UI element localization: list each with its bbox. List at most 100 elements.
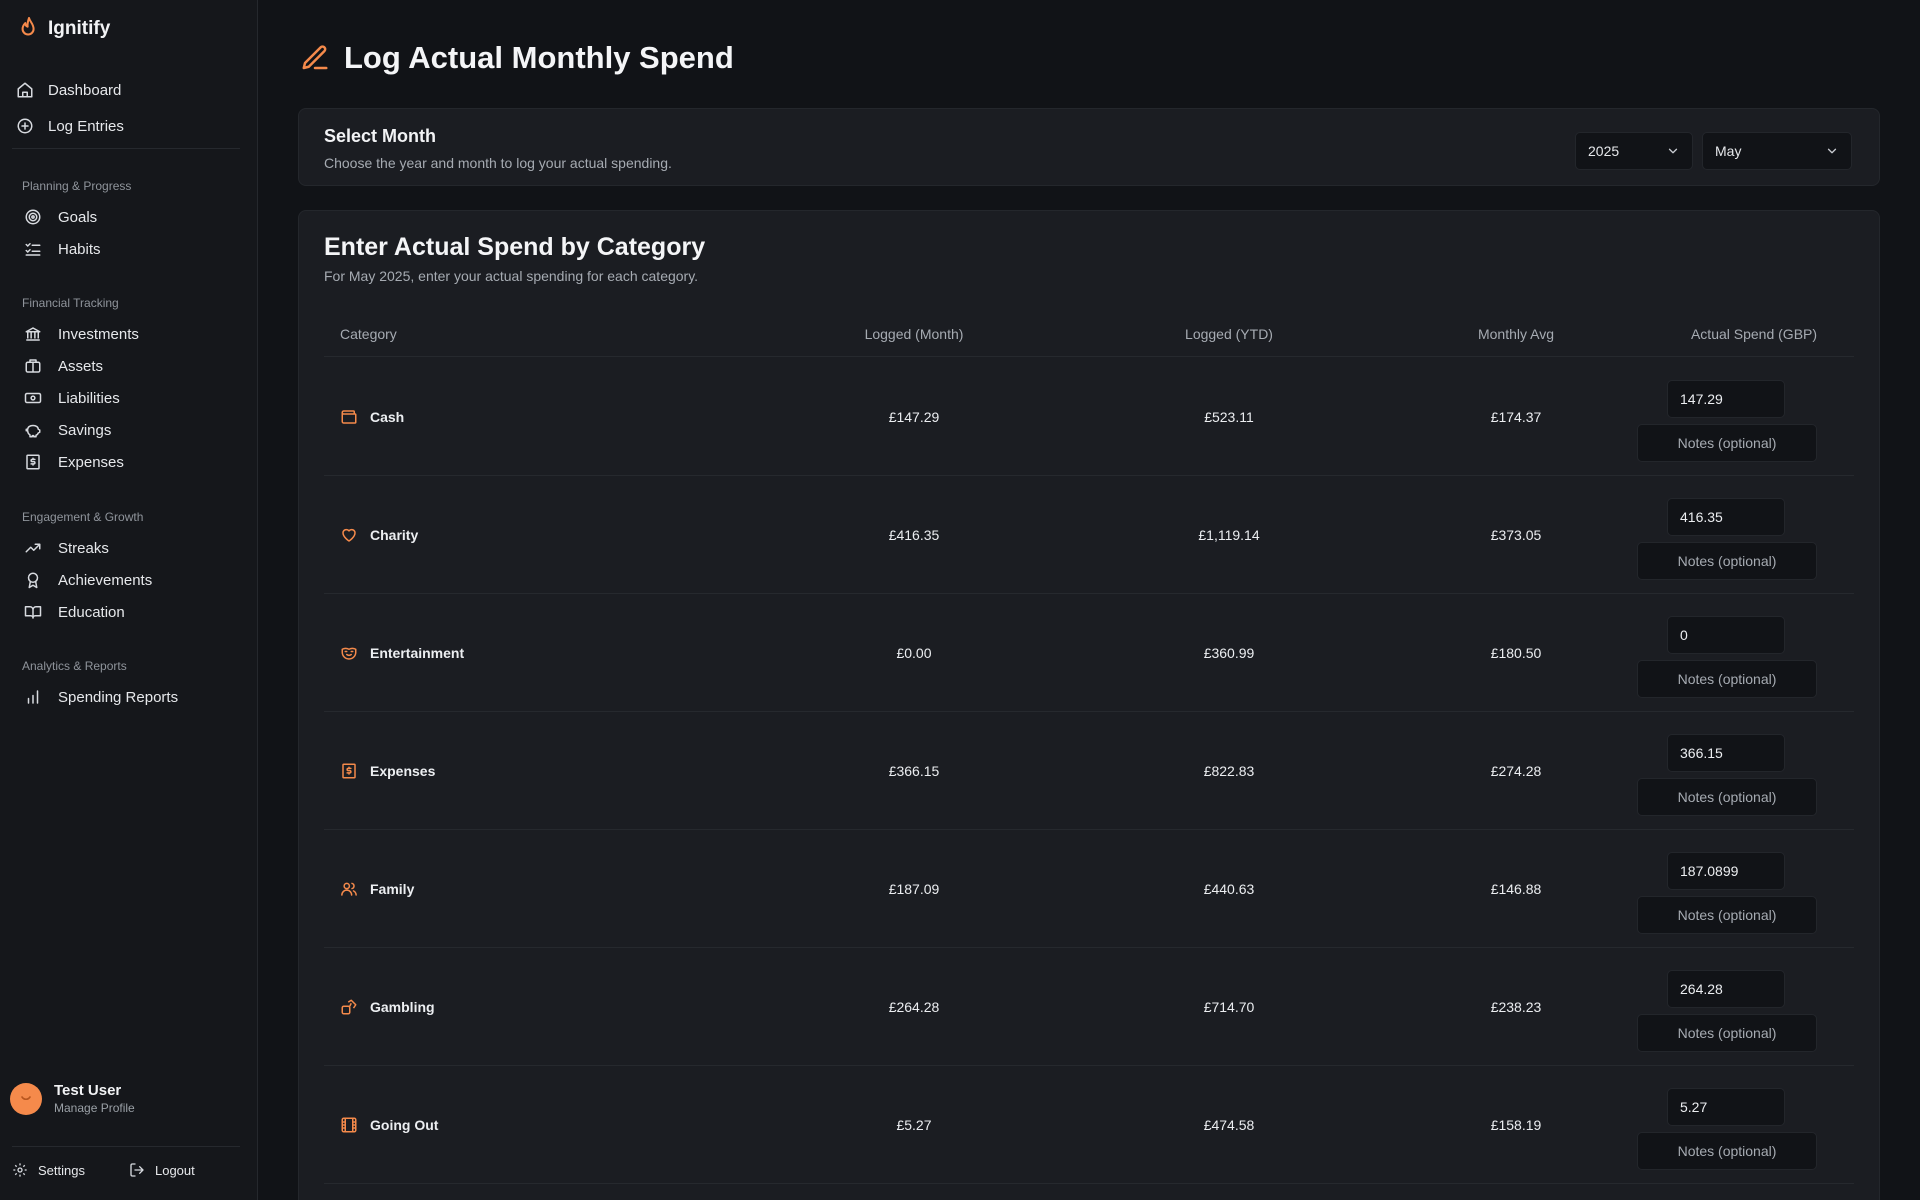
table-row: Charity £416.35 £1,119.14 £373.05 (324, 476, 1854, 594)
wallet-icon (341, 409, 357, 424)
actual-spend-input[interactable] (1667, 734, 1785, 772)
sidebar-item-habits[interactable]: Habits (22, 233, 242, 265)
category-cell: Going Out (340, 1066, 438, 1183)
sidebar-item-streaks[interactable]: Streaks (22, 532, 242, 564)
settings-button[interactable]: Settings (12, 1162, 85, 1178)
category-name: Going Out (370, 1116, 439, 1133)
user-profile[interactable]: Test User Manage Profile (10, 1082, 135, 1115)
actual-spend-input[interactable] (1667, 970, 1785, 1008)
notes-input[interactable] (1637, 542, 1817, 580)
sidebar-item-liabilities[interactable]: Liabilities (22, 382, 242, 414)
actual-spend-input[interactable] (1667, 852, 1785, 890)
column-header-monthly-avg: Monthly Avg (1477, 325, 1554, 342)
logged-ytd-cell: £1,119.14 (1198, 526, 1260, 543)
monthly-avg-cell: £174.37 (1490, 408, 1542, 425)
monthly-avg-cell: £274.28 (1490, 762, 1542, 779)
sidebar-item-label: Habits (58, 240, 101, 258)
sidebar-item-label: Liabilities (58, 389, 120, 407)
sidebar-item-savings[interactable]: Savings (22, 414, 242, 446)
sidebar-item-goals[interactable]: Goals (22, 201, 242, 233)
sidebar-divider (12, 148, 240, 149)
section-engagement: Engagement & Growth Streaks Achievements… (22, 506, 242, 628)
manage-profile-link[interactable]: Manage Profile (54, 1101, 135, 1115)
film-icon (341, 1117, 357, 1132)
drama-mask-icon (341, 647, 357, 660)
sidebar-item-spending-reports[interactable]: Spending Reports (22, 681, 242, 713)
dice-icon (341, 999, 357, 1014)
logged-month-cell: £366.15 (888, 762, 940, 779)
table-row: Gambling £264.28 £714.70 £238.23 (324, 948, 1854, 1066)
brand[interactable]: Ignitify (18, 16, 110, 42)
page-title: Log Actual Monthly Spend (344, 40, 734, 75)
sidebar-item-achievements[interactable]: Achievements (22, 564, 242, 596)
column-header-logged-month: Logged (Month) (864, 325, 964, 342)
book-icon (24, 606, 42, 619)
actual-spend-input[interactable] (1667, 498, 1785, 536)
piggy-bank-icon (25, 424, 41, 438)
sidebar-item-log-entries[interactable]: Log Entries (14, 108, 242, 144)
category-name: Cash (370, 408, 405, 425)
year-value: 2025 (1588, 143, 1620, 159)
heart-icon (342, 528, 356, 542)
sidebar-item-label: Goals (58, 208, 98, 226)
notes-input[interactable] (1637, 1132, 1817, 1170)
category-name: Expenses (370, 762, 436, 779)
monthly-avg-cell: £158.19 (1490, 1116, 1542, 1133)
logged-ytd-cell: £822.83 (1203, 762, 1255, 779)
receipt-icon (26, 454, 40, 470)
plus-circle-icon (17, 118, 33, 134)
briefcase-icon (25, 359, 41, 373)
category-name: Family (370, 880, 415, 897)
sidebar-item-assets[interactable]: Assets (22, 350, 242, 382)
sidebar-item-label: Investments (58, 325, 139, 343)
sidebar-item-dashboard[interactable]: Dashboard (14, 72, 242, 108)
notes-input[interactable] (1637, 424, 1817, 462)
sidebar-item-investments[interactable]: Investments (22, 318, 242, 350)
logout-icon (130, 1163, 144, 1177)
notes-input[interactable] (1637, 778, 1817, 816)
sidebar-item-label: Spending Reports (58, 688, 179, 706)
logged-month-cell: £5.27 (896, 1116, 932, 1133)
logged-ytd-cell: £523.11 (1204, 408, 1254, 425)
banknote-icon (24, 392, 42, 404)
logout-label: Logout (154, 1162, 195, 1178)
gear-icon (13, 1163, 27, 1177)
page-header: Log Actual Monthly Spend (300, 40, 734, 76)
spend-card-title: Enter Actual Spend by Category (324, 233, 706, 261)
notes-input[interactable] (1637, 1014, 1817, 1052)
logged-month-cell: £147.29 (888, 408, 940, 425)
users-icon (341, 882, 357, 896)
sidebar-item-label: Savings (58, 421, 112, 439)
select-month-subtitle: Choose the year and month to log your ac… (324, 155, 672, 171)
table-row: Entertainment £0.00 £360.99 £180.50 (324, 594, 1854, 712)
category-cell: Expenses (340, 712, 435, 829)
notes-input[interactable] (1637, 896, 1817, 934)
receipt-icon (342, 763, 356, 778)
sidebar-item-label: Log Entries (48, 117, 124, 135)
sidebar-item-label: Education (58, 603, 125, 621)
logged-ytd-cell: £360.99 (1203, 644, 1255, 661)
sidebar-item-label: Dashboard (48, 81, 122, 99)
chevron-down-icon (1827, 148, 1837, 154)
checklist-icon (25, 243, 41, 256)
year-select[interactable]: 2025 (1575, 132, 1693, 170)
sidebar-item-expenses[interactable]: Expenses (22, 446, 242, 478)
logout-button[interactable]: Logout (129, 1162, 195, 1178)
notes-input[interactable] (1637, 660, 1817, 698)
spend-by-category-card: Enter Actual Spend by Category For May 2… (298, 210, 1880, 1200)
section-label: Planning & Progress (22, 179, 132, 193)
actual-spend-input[interactable] (1667, 616, 1785, 654)
profile-name: Test User (54, 1082, 122, 1099)
sidebar-item-education[interactable]: Education (22, 596, 242, 628)
logged-ytd-cell: £474.58 (1203, 1116, 1255, 1133)
logged-ytd-cell: £714.70 (1203, 998, 1255, 1015)
actual-spend-input[interactable] (1667, 1088, 1785, 1126)
month-select[interactable]: May (1702, 132, 1852, 170)
select-month-title: Select Month (324, 126, 437, 146)
month-value: May (1715, 143, 1742, 159)
table-row: Cash £147.29 £523.11 £174.37 (324, 358, 1854, 476)
actual-spend-input[interactable] (1667, 380, 1785, 418)
avatar-smile-icon (21, 1095, 31, 1100)
column-header-actual-spend: Actual Spend (GBP) (1690, 325, 1818, 342)
main-content: Log Actual Monthly Spend Select Month Ch… (258, 0, 1920, 1200)
